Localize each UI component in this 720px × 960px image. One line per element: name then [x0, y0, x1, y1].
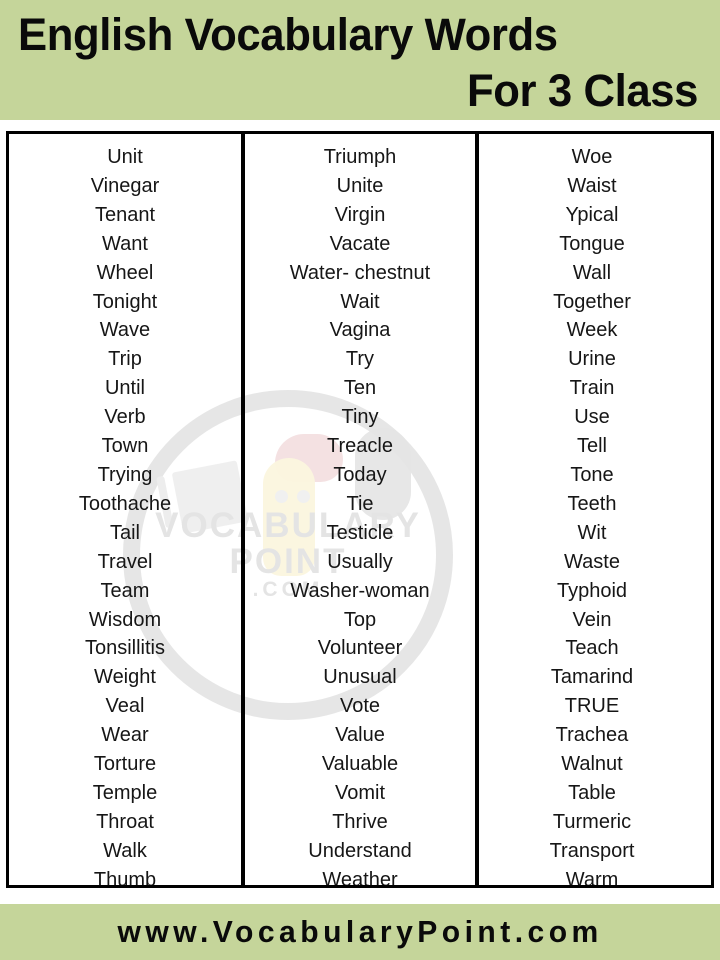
word-item: Vacate: [329, 232, 391, 255]
word-item: Walnut: [561, 753, 623, 776]
word-item: Torture: [93, 753, 157, 776]
header-banner: English Vocabulary Words For 3 Class: [0, 0, 720, 120]
word-item: Wall: [572, 261, 612, 284]
word-item: Vinegar: [90, 174, 160, 197]
word-item: Wait: [340, 290, 380, 313]
word-item: Top: [343, 608, 377, 631]
word-item: Waste: [564, 550, 620, 573]
word-item: Travel: [97, 550, 153, 573]
word-item: Tone: [570, 463, 614, 486]
word-item: Weight: [94, 666, 156, 689]
word-item: Tonsillitis: [84, 637, 166, 660]
word-list-table: Unit Vinegar Tenant Want Wheel Tonight Wave Tri…: [6, 131, 714, 888]
word-item: Ten: [343, 377, 377, 400]
word-item: Try: [345, 348, 375, 371]
word-item: Vomit: [334, 781, 386, 804]
word-item: Tail: [109, 521, 140, 544]
word-item: Together: [553, 290, 631, 313]
word-item: Tonight: [92, 290, 158, 313]
word-item: Trip: [108, 348, 142, 371]
word-item: Town: [101, 435, 149, 458]
word-item: Wear: [101, 724, 149, 747]
word-item: Teach: [565, 637, 619, 660]
word-item: Valuable: [321, 753, 399, 776]
word-item: Veal: [105, 695, 145, 718]
word-item: Unit: [107, 146, 143, 168]
word-item: Tell: [576, 435, 607, 458]
word-item: Temple: [92, 781, 158, 804]
word-item: Weather: [322, 868, 398, 885]
word-item: Teeth: [567, 492, 617, 515]
word-item: Wit: [577, 521, 607, 544]
word-item: Tie: [346, 492, 374, 515]
word-item: Understand: [308, 839, 412, 862]
word-item: Turmeric: [552, 810, 632, 833]
word-item: Today: [333, 463, 387, 486]
word-item: Waist: [567, 174, 617, 197]
vocabulary-worksheet-page: English Vocabulary Words For 3 Class VOC…: [0, 0, 720, 960]
word-item: Trying: [97, 463, 153, 486]
word-item: Woe: [571, 146, 613, 168]
word-item: Ypical: [565, 203, 619, 226]
page-title-line-1: English Vocabulary Words: [18, 9, 558, 60]
word-item: Table: [568, 781, 616, 804]
word-item: Tongue: [559, 232, 625, 255]
word-item: Want: [102, 232, 148, 255]
word-item: Use: [574, 406, 610, 429]
word-item: Transport: [549, 839, 635, 862]
word-item: Throat: [96, 810, 154, 833]
word-item: Thumb: [93, 868, 157, 885]
page-title-line-2: For 3 Class: [466, 65, 698, 116]
word-item: Volunteer: [317, 637, 403, 660]
footer-banner: www.VocabularyPoint.com: [0, 904, 720, 960]
word-item: Trachea: [555, 724, 629, 747]
word-item: Toothache: [78, 492, 172, 515]
word-item: Train: [569, 377, 615, 400]
word-item: Team: [100, 579, 150, 602]
word-item: Thrive: [332, 810, 388, 833]
word-item: Wheel: [96, 261, 154, 284]
word-item: Value: [335, 724, 385, 747]
word-item: Tiny: [341, 406, 379, 429]
website-url[interactable]: www.VocabularyPoint.com: [117, 914, 602, 950]
word-item: Testicle: [326, 521, 394, 544]
word-item: Walk: [103, 839, 147, 862]
word-item: Vein: [572, 608, 612, 631]
word-item: Vote: [339, 695, 381, 718]
word-item: Verb: [104, 406, 146, 429]
word-item: Week: [566, 319, 618, 342]
word-item: Tenant: [94, 203, 156, 226]
word-item: Treacle: [327, 435, 393, 458]
word-item: Tamarind: [550, 666, 634, 689]
word-column-1: Unit Vinegar Tenant Want Wheel Tonight Wave Tri…: [9, 134, 241, 885]
word-item: Until: [104, 377, 145, 400]
word-column-3: Woe Waist Ypical Tongue Wall Together Week Urin…: [479, 134, 705, 885]
word-item: Unusual: [323, 666, 397, 689]
word-item: Wisdom: [88, 608, 162, 631]
word-item: Virgin: [334, 203, 386, 226]
word-item: Warm: [565, 868, 619, 885]
word-item: Water- chestnut: [289, 261, 431, 284]
word-item: Urine: [568, 348, 616, 371]
word-item: Typhoid: [556, 579, 628, 602]
word-column-2: Triumph Unite Virgin Vacate Water- chestnut W…: [241, 134, 479, 885]
word-item: Vagina: [329, 319, 391, 342]
word-item: Unite: [336, 174, 384, 197]
word-item: TRUE: [564, 695, 620, 718]
word-item: Washer-woman: [290, 579, 430, 602]
word-item: Wave: [99, 319, 151, 342]
word-item: Triumph: [323, 146, 397, 168]
word-item: Usually: [327, 550, 393, 573]
